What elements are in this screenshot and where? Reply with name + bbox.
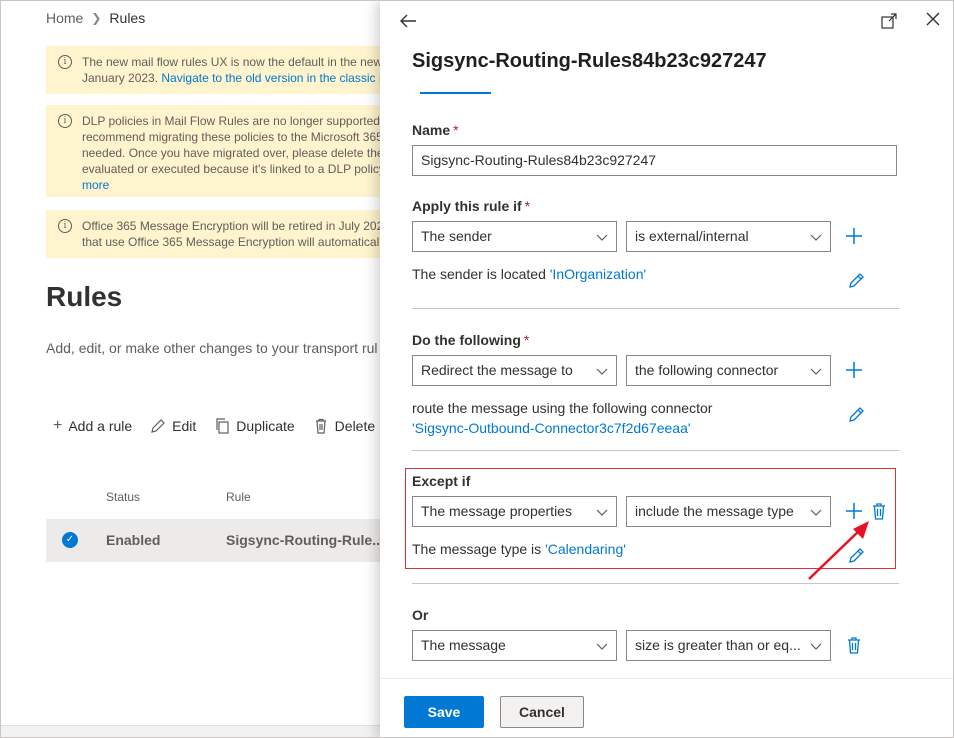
do-description: route the message using the following co…: [412, 400, 713, 438]
panel-footer: Save Cancel: [380, 678, 953, 737]
chevron-down-icon: [596, 643, 608, 650]
trash-icon[interactable]: [846, 636, 862, 654]
chevron-right-icon: ❯: [91, 11, 102, 25]
notice-encryption: i Office 365 Message Encryption will be …: [46, 210, 406, 258]
exception-property-dropdown[interactable]: include the message type: [626, 496, 831, 527]
duplicate-label: Duplicate: [236, 418, 295, 434]
action-target-dropdown[interactable]: the following connector: [626, 355, 831, 386]
apply-condition-dropdown[interactable]: The sender: [412, 221, 617, 252]
page-title: Rules: [46, 281, 123, 312]
connector-value-link[interactable]: 'Sigsync-Outbound-Connector3c7f2d67eeaa': [412, 418, 712, 438]
apply-rule-label: Apply this rule if *: [412, 198, 531, 214]
notice-line: that use Office 365 Message Encryption w…: [82, 235, 388, 249]
or-label: Or: [412, 607, 429, 623]
column-header-status[interactable]: Status: [106, 490, 140, 504]
panel-title: Sigsync-Routing-Rules84b23c927247: [412, 50, 767, 72]
edit-pencil-icon[interactable]: [848, 405, 866, 423]
notice-line: recommend migrating these policies to th…: [82, 130, 383, 144]
breadcrumb-home[interactable]: Home: [46, 10, 83, 26]
title-underline: [420, 92, 491, 94]
add-action-icon[interactable]: [845, 361, 863, 379]
delete-button[interactable]: Delete: [313, 418, 375, 434]
edit-label: Edit: [172, 418, 197, 434]
duplicate-button[interactable]: Duplicate: [214, 418, 295, 434]
chevron-down-icon: [810, 643, 822, 650]
except-if-label: Except if: [412, 473, 471, 489]
or-property-dropdown[interactable]: size is greater than or eq...: [626, 630, 831, 661]
notice-line: needed. Once you have migrated over, ple…: [82, 146, 384, 160]
page-subtitle: Add, edit, or make other changes to your…: [46, 340, 378, 356]
pencil-icon: [151, 419, 166, 433]
edit-button[interactable]: Edit: [150, 418, 196, 434]
or-exception-dropdown[interactable]: The message: [412, 630, 617, 661]
chevron-down-icon: [810, 234, 822, 241]
notice-new-ux: i The new mail flow rules UX is now the …: [46, 46, 406, 94]
chevron-down-icon: [596, 509, 608, 516]
name-input[interactable]: Sigsync-Routing-Rules84b23c927247: [412, 145, 897, 176]
do-following-label: Do the following *: [412, 332, 530, 348]
breadcrumb-current: Rules: [109, 10, 146, 26]
chevron-down-icon: [810, 509, 822, 516]
breadcrumb: Home ❯ Rules: [46, 10, 145, 26]
chevron-down-icon: [810, 368, 822, 375]
notice-link-more[interactable]: more: [82, 177, 406, 193]
section-divider: [412, 583, 899, 584]
apply-description: The sender is located 'InOrganization': [412, 266, 647, 282]
command-bar: + Add a rule Edit Duplicate Delete: [53, 417, 375, 435]
row-status: Enabled: [106, 532, 161, 548]
action-dropdown[interactable]: Redirect the message to: [412, 355, 617, 386]
notice-line: Office 365 Message Encryption will be re…: [82, 219, 390, 233]
info-icon: i: [58, 55, 72, 69]
trash-icon: [315, 418, 326, 434]
delete-label: Delete: [334, 418, 376, 434]
except-description: The message type is 'Calendaring': [412, 541, 626, 557]
info-icon: i: [58, 219, 72, 233]
add-condition-icon[interactable]: [845, 227, 863, 245]
notice-line: evaluated or executed because it's linke…: [82, 162, 385, 176]
checkmark-icon[interactable]: ✓: [62, 532, 78, 548]
back-arrow-icon[interactable]: [396, 11, 420, 33]
edit-rule-panel: Sigsync-Routing-Rules84b23c927247 Name * …: [380, 1, 953, 737]
add-exception-icon[interactable]: [845, 502, 863, 520]
save-button[interactable]: Save: [404, 696, 484, 728]
column-header-rule[interactable]: Rule: [226, 490, 251, 504]
name-label: Name *: [412, 122, 459, 138]
chevron-down-icon: [596, 234, 608, 241]
apply-property-dropdown[interactable]: is external/internal: [626, 221, 831, 252]
edit-pencil-icon[interactable]: [848, 271, 866, 289]
notice-line: DLP policies in Mail Flow Rules are no l…: [82, 114, 384, 128]
open-in-new-window-icon[interactable]: [880, 12, 898, 30]
info-icon: i: [58, 114, 72, 128]
notice-line: The new mail flow rules UX is now the de…: [82, 55, 383, 69]
chevron-down-icon: [596, 368, 608, 375]
edit-pencil-icon[interactable]: [848, 546, 866, 564]
plus-icon: +: [53, 417, 63, 434]
section-divider: [412, 308, 899, 309]
app-window: Home ❯ Rules i The new mail flow rules U…: [0, 0, 954, 738]
close-icon[interactable]: [922, 9, 944, 31]
rules-page: Home ❯ Rules i The new mail flow rules U…: [1, 1, 406, 737]
exception-dropdown[interactable]: The message properties: [412, 496, 617, 527]
message-type-value-link[interactable]: 'Calendaring': [545, 541, 626, 557]
apply-value-link[interactable]: 'InOrganization': [550, 266, 646, 282]
horizontal-scrollbar[interactable]: [1, 725, 401, 737]
trash-icon[interactable]: [871, 502, 887, 520]
cancel-button[interactable]: Cancel: [500, 696, 584, 728]
notice-link-old-version[interactable]: Navigate to the old version in the class…: [161, 71, 386, 85]
section-divider: [412, 450, 899, 451]
row-rule-name: Sigsync-Routing-Rule...: [226, 532, 384, 548]
add-rule-label: Add a rule: [68, 418, 133, 434]
add-rule-button[interactable]: + Add a rule: [53, 417, 132, 435]
copy-icon: [216, 418, 229, 434]
notice-dlp: i DLP policies in Mail Flow Rules are no…: [46, 105, 406, 197]
notice-line: January 2023.: [82, 71, 162, 85]
